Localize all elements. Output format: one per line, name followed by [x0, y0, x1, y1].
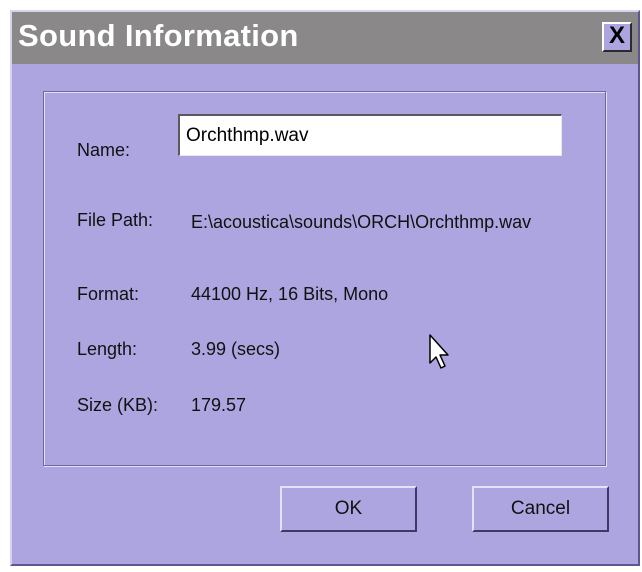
length-label: Length:: [77, 339, 138, 359]
cancel-button[interactable]: Cancel: [472, 486, 609, 532]
format-label: Format:: [77, 284, 140, 304]
title-bar[interactable]: Sound Information X: [12, 12, 638, 64]
size-label: Size (KB):: [77, 395, 159, 415]
name-field[interactable]: [178, 114, 562, 156]
mouse-pointer-icon: [429, 334, 449, 369]
length-value: 3.99 (secs): [191, 339, 281, 359]
ok-button[interactable]: OK: [280, 486, 417, 532]
name-label: Name:: [77, 140, 131, 160]
size-value: 179.57: [191, 395, 247, 415]
file-path-value: E:\acoustica\sounds\ORCH\Orchthmp.wav: [191, 212, 532, 232]
format-value: 44100 Hz, 16 Bits, Mono: [191, 284, 389, 304]
close-button[interactable]: X: [602, 22, 632, 52]
close-icon: X: [608, 22, 625, 49]
dialog-title: Sound Information: [18, 18, 299, 53]
file-path-label: File Path:: [77, 210, 154, 230]
